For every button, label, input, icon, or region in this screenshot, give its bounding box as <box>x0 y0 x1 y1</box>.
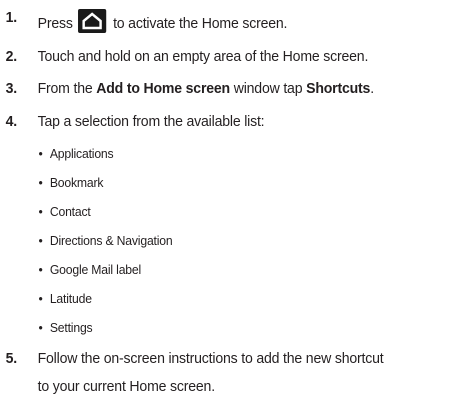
step-text-part: . <box>370 80 374 97</box>
bullet-icon: • <box>38 175 43 190</box>
step-text-part: From the <box>37 80 97 97</box>
list-item-label: Contact <box>49 204 91 219</box>
list-item-label: Bookmark <box>49 175 104 190</box>
list-item-label: Settings <box>49 320 93 335</box>
step-number: 4. <box>5 113 18 130</box>
instructions-page: 1. Press to activate the Home screen. 2.… <box>0 0 468 405</box>
step-text: Tap a selection from the available list: <box>37 113 265 130</box>
step-number: 3. <box>5 80 18 97</box>
step-text: Touch and hold on an empty area of the H… <box>37 48 369 65</box>
step-text-line-1: Follow the on-screen instructions to add… <box>37 350 384 367</box>
bullet-icon: • <box>38 233 43 248</box>
step-number: 2. <box>5 48 18 65</box>
step-text-before: Press <box>37 15 73 32</box>
bullet-icon: • <box>38 320 43 335</box>
bullet-icon: • <box>38 204 43 219</box>
bullet-icon: • <box>38 146 43 161</box>
list-item-label: Directions & Navigation <box>49 233 173 248</box>
option-name: Shortcuts <box>306 80 371 97</box>
bullet-icon: • <box>38 262 43 277</box>
step-text: Press to activate the Home screen. <box>37 9 288 33</box>
step-text-after: to activate the Home screen. <box>113 15 288 32</box>
list-item-label: Applications <box>49 146 114 161</box>
window-name: Add to Home screen <box>96 80 230 97</box>
step-text: From the Add to Home screen window tap S… <box>37 80 375 98</box>
step-number: 1. <box>5 9 18 26</box>
step-text-line-2: to your current Home screen. <box>37 378 216 395</box>
bullet-icon: • <box>38 291 43 306</box>
home-key-icon <box>78 9 107 33</box>
step-number: 5. <box>5 350 18 367</box>
step-text-part: window tap <box>229 80 307 97</box>
list-item-label: Latitude <box>49 291 92 306</box>
list-item-label: Google Mail label <box>49 262 142 277</box>
